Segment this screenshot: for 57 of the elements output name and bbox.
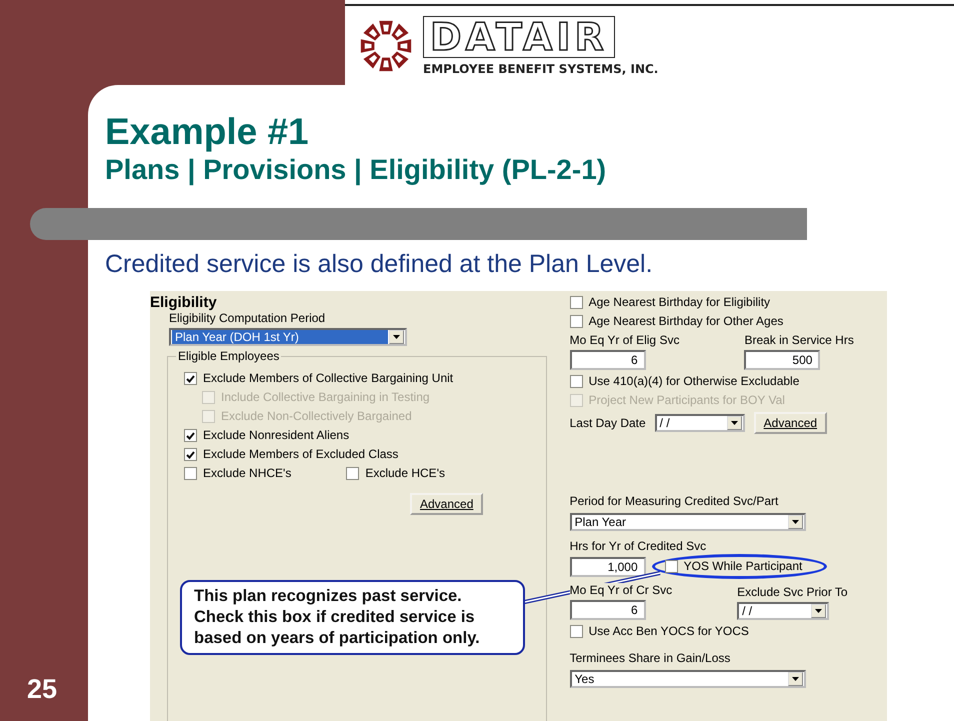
field-label: Hrs for Yr of Credited Svc: [570, 539, 708, 554]
number-field[interactable]: 500: [744, 350, 820, 370]
intro-text: Credited service is also defined at the Plan Level.: [105, 249, 654, 279]
logo-wordmark: DATAIR: [423, 16, 615, 58]
field-label: Exclude Svc Prior To: [737, 585, 848, 600]
checkbox[interactable]: [184, 372, 197, 385]
dropdown-arrow-icon: [792, 520, 799, 524]
checkbox-label: Age Nearest Birthday for Eligibility: [588, 295, 770, 310]
checkbox-label: Exclude HCE's: [365, 466, 445, 481]
advanced-button[interactable]: Advanced: [754, 412, 828, 434]
dropdown-arrow-icon: [730, 421, 738, 425]
checkbox-label: YOS While Participant: [684, 559, 802, 574]
number-field[interactable]: 6: [570, 600, 646, 620]
slide-title: Example #1: [105, 111, 310, 153]
checkbox[interactable]: [346, 467, 360, 480]
section-title: Eligibility: [150, 295, 218, 311]
checkbox[interactable]: [570, 315, 583, 328]
period-dropdown[interactable]: Plan Year: [570, 513, 806, 531]
checkbox[interactable]: [664, 560, 678, 573]
checkbox-label: Project New Participants for BOY Val: [588, 393, 785, 408]
number-field[interactable]: 1,000: [570, 556, 646, 576]
checkbox[interactable]: [184, 467, 197, 480]
dropdown-arrow-icon: [792, 677, 799, 681]
checkbox-label: Exclude Non-Collectively Bargained: [221, 409, 412, 424]
period-dropdown[interactable]: Plan Year (DOH 1st Yr): [169, 328, 407, 346]
date-dropdown[interactable]: / /: [737, 602, 830, 620]
checkbox[interactable]: [570, 375, 583, 388]
field-label: Terminees Share in Gain/Loss: [570, 651, 732, 666]
checkbox-label: Use 410(a)(4) for Otherwise Excludable: [588, 374, 800, 389]
checkbox-label: Use Acc Ben YOCS for YOCS: [588, 624, 749, 639]
group-title: Eligible Employees: [176, 349, 282, 364]
share-dropdown[interactable]: Yes: [570, 670, 806, 688]
checkbox-label: Exclude Nonresident Aliens: [203, 428, 350, 443]
checkbox-label: Age Nearest Birthday for Other Ages: [588, 314, 784, 329]
checkbox[interactable]: [184, 429, 197, 442]
callout-text: This plan recognizes past service. Check this box if credited service is based on years of participation only.: [180, 580, 525, 655]
field-label: Period for Measuring Credited Svc/Part: [570, 494, 780, 509]
field-label: Break in Service Hrs: [744, 333, 854, 348]
number-field[interactable]: 6: [570, 350, 646, 370]
date-dropdown[interactable]: / /: [654, 414, 745, 432]
checkbox[interactable]: [184, 448, 197, 461]
checkbox[interactable]: [570, 296, 583, 309]
checkbox-label: Exclude Members of Collective Bargaining Unit: [203, 371, 454, 386]
advanced-button[interactable]: Advanced: [410, 493, 484, 515]
field-label: Eligibility Computation Period: [169, 311, 326, 326]
slide-subtitle: Plans | Provisions | Eligibility (PL-2-1): [105, 153, 608, 187]
field-label: Mo Eq Yr of Elig Svc: [570, 333, 680, 348]
page-number: 25: [27, 674, 58, 705]
field-label: Last Day Date: [570, 416, 646, 430]
logo-tagline: EMPLOYEE BENEFIT SYSTEMS, INC.: [423, 62, 658, 76]
checkbox[interactable]: [570, 625, 583, 638]
checkbox-label: Exclude Members of Excluded Class: [203, 447, 398, 462]
checkbox-label: Include Collective Bargaining in Testing: [221, 390, 430, 405]
field-label: Mo Eq Yr of Cr Svc: [570, 583, 672, 598]
checkbox-label: Exclude NHCE's: [203, 466, 292, 481]
dropdown-arrow-icon: [393, 335, 400, 339]
dropdown-arrow-icon: [815, 609, 822, 613]
